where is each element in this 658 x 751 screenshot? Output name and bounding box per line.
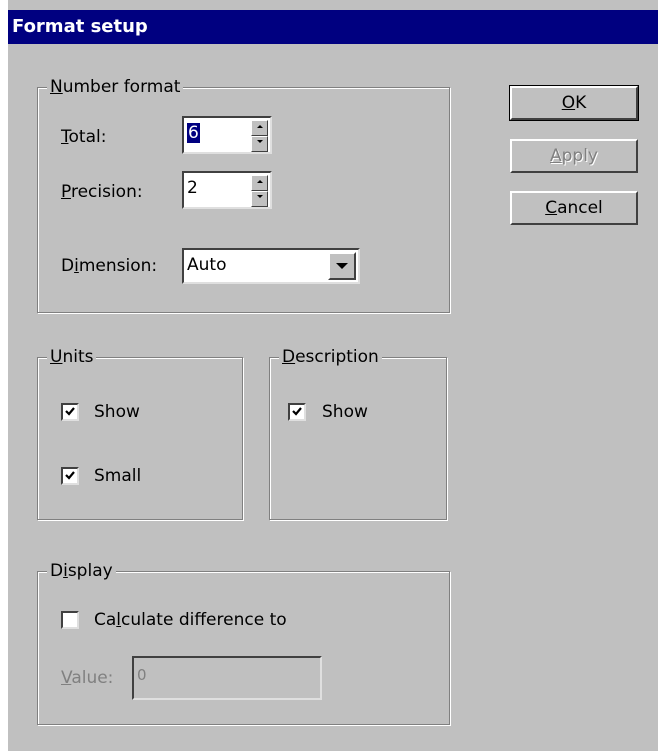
precision-spinbox[interactable]: 2 [182, 171, 272, 209]
calculate-difference-checkbox[interactable] [61, 611, 79, 629]
units-group-label: Units [47, 346, 97, 368]
description-show-label: Show [322, 402, 368, 422]
units-show-label: Show [94, 402, 140, 422]
display-group: Display [37, 560, 450, 725]
cancel-button[interactable]: Cancel [510, 191, 638, 225]
precision-spin-up-button[interactable] [251, 175, 268, 191]
dimension-label: Dimension: [61, 256, 158, 276]
description-group: Description [269, 346, 447, 520]
value-field[interactable]: 0 [132, 656, 322, 700]
chevron-down-icon [336, 263, 348, 269]
dimension-dropdown[interactable]: Auto [182, 248, 360, 284]
precision-value: 2 [187, 178, 198, 198]
value-field-text: 0 [137, 666, 147, 684]
apply-button[interactable]: Apply [510, 139, 638, 173]
window-title: Format setup [12, 16, 148, 37]
dimension-value: Auto [187, 255, 227, 275]
total-value: 6 [187, 123, 200, 143]
units-small-checkbox[interactable] [61, 467, 79, 485]
title-bar[interactable]: Format setup [8, 10, 658, 44]
ok-button[interactable]: OK [509, 85, 639, 121]
total-spin-up-button[interactable] [251, 120, 268, 136]
number-format-group-label: Number format [47, 76, 184, 98]
checkmark-icon [65, 471, 75, 480]
description-group-label: Description [279, 346, 382, 368]
value-label: Value: [61, 668, 114, 688]
display-group-label: Display [47, 560, 116, 582]
total-label: Total: [61, 127, 107, 147]
units-show-checkbox[interactable] [61, 403, 79, 421]
description-show-checkbox[interactable] [288, 403, 306, 421]
spin-up-arrow-icon [256, 125, 263, 128]
precision-spin-down-button[interactable] [251, 191, 268, 207]
spin-down-arrow-icon [256, 140, 263, 143]
calculate-difference-label: Calculate difference to [94, 610, 287, 630]
units-group: Units [37, 346, 243, 520]
window-frame-edge [0, 0, 8, 751]
spin-up-arrow-icon [256, 180, 263, 183]
spin-down-arrow-icon [256, 195, 263, 198]
dimension-dropdown-button[interactable] [328, 252, 356, 280]
checkmark-icon [65, 407, 75, 416]
total-spin-down-button[interactable] [251, 136, 268, 152]
total-spinbox[interactable]: 6 [182, 116, 272, 154]
checkmark-icon [292, 407, 302, 416]
precision-label: Precision: [61, 182, 143, 202]
units-small-label: Small [94, 466, 142, 486]
